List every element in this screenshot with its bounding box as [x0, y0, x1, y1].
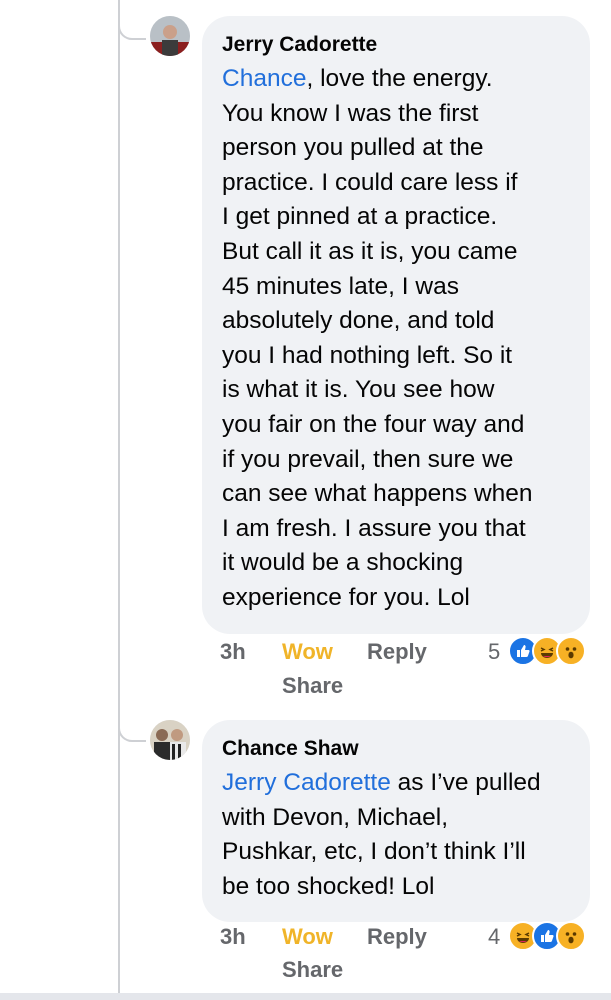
avatar-photo-icon: [150, 16, 190, 56]
mention-link[interactable]: Jerry Cadorette: [222, 769, 391, 796]
thread-connector: [118, 712, 146, 742]
share-button[interactable]: Share: [282, 673, 343, 699]
thread-connector: [118, 10, 146, 40]
reaction-summary[interactable]: [508, 636, 586, 666]
comment-bubble: Jerry Cadorette Chance, love the energy.…: [202, 16, 590, 634]
wow-icon: [556, 636, 586, 666]
wow-reaction-button[interactable]: Wow: [282, 924, 333, 949]
comment-text: Chance, love the energy. You know I was …: [222, 62, 570, 616]
comment-text: Jerry Cadorette as I’ve pulled with Devo…: [222, 766, 570, 904]
avatar[interactable]: [150, 720, 190, 760]
reaction-summary[interactable]: [508, 921, 586, 951]
comment-author[interactable]: Chance Shaw: [222, 736, 570, 762]
reply-button[interactable]: Reply: [367, 639, 427, 665]
comment-timestamp[interactable]: 3h: [220, 639, 246, 665]
avatar[interactable]: [150, 16, 190, 56]
wow-reaction-button[interactable]: Wow: [282, 639, 333, 664]
avatar-photo-icon: [150, 720, 190, 760]
comment-author[interactable]: Jerry Cadorette: [222, 32, 570, 58]
wow-icon: [556, 921, 586, 951]
reaction-count[interactable]: 4: [488, 924, 500, 950]
comment-timestamp[interactable]: 3h: [220, 924, 246, 950]
mention-link[interactable]: Chance: [222, 65, 306, 92]
reply-button[interactable]: Reply: [367, 924, 427, 950]
share-button[interactable]: Share: [282, 957, 343, 983]
reaction-count[interactable]: 5: [488, 639, 500, 665]
bottom-divider: [0, 993, 611, 1000]
thread-line: [118, 0, 120, 1000]
comment-body: , love the energy. You know I was the fi…: [222, 65, 533, 611]
comment-bubble: Chance Shaw Jerry Cadorette as I’ve pull…: [202, 720, 590, 923]
